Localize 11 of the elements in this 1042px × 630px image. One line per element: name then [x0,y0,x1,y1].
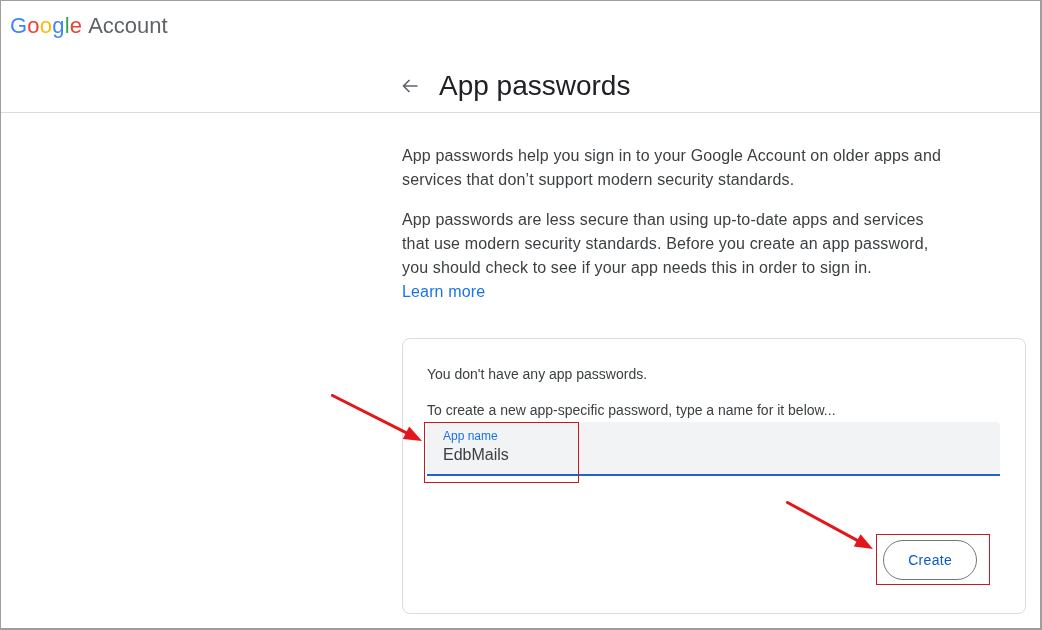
logo-wordmark[interactable]: Google [10,12,83,40]
create-button[interactable]: Create [883,540,977,580]
text-field[interactable]: App name EdbMails [427,422,1000,476]
intro-paragraph: App passwords are less secure than using up-to-date apps and services that use modern security standards. Before you create an app password, you should check to see if your app needs this in order to sign in. [402,210,930,278]
page-title: App passwords [439,69,631,103]
product-name: Account [88,12,168,40]
back-icon[interactable] [402,79,418,93]
intro-paragraph: App passwords help you sign in to your Google Account on older apps and services that don’t support modern security standards. [402,146,942,190]
learn-more-link[interactable]: Learn more [402,283,486,300]
card-message: To create a new app-specific password, type a name for it below... [427,401,837,420]
card-message: You don't have any app passwords. [427,365,649,384]
